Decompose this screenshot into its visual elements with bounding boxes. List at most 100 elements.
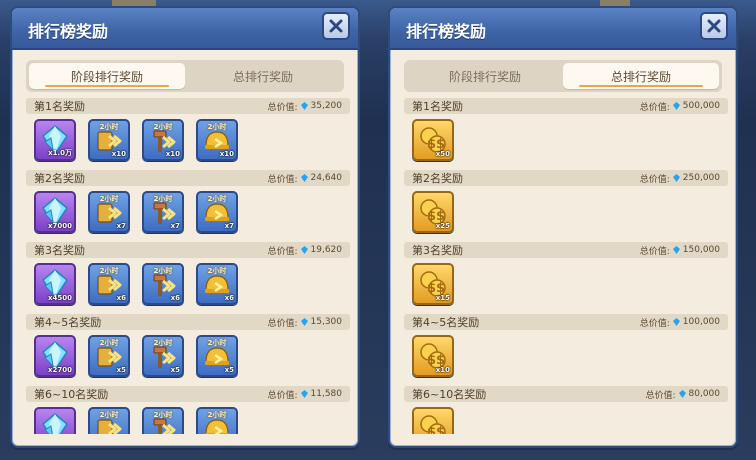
- reward-row: 第3名奖励 总价值: 150,000 $$ x15: [404, 242, 728, 314]
- reward-tabs: 阶段排行奖励 总排行奖励: [26, 60, 344, 92]
- close-icon: [707, 19, 721, 33]
- total-value-amount: 500,000: [682, 101, 720, 111]
- reward-row: 第1名奖励 总价值: 35,200 x1.0万 2小时 x10 2小时 x10 2小时 x10: [26, 98, 350, 170]
- reward-item-helmet[interactable]: 2小时 x6: [196, 263, 238, 305]
- item-quantity: x25: [435, 222, 450, 230]
- reward-item-gem[interactable]: x4500: [34, 263, 76, 305]
- rank-title: 第3名奖励: [412, 244, 463, 257]
- tab-stage-ranking[interactable]: 阶段排行奖励: [407, 63, 563, 89]
- reward-item-helmet[interactable]: 2小时 x5: [196, 335, 238, 377]
- close-icon: [329, 19, 343, 33]
- tab-total-ranking[interactable]: 总排行奖励: [563, 63, 719, 89]
- tab-stage-ranking[interactable]: 阶段排行奖励: [29, 63, 185, 89]
- reward-item-coin[interactable]: $$ x15: [412, 263, 454, 305]
- reward-item-crystal[interactable]: 2小时: [88, 407, 130, 434]
- close-button[interactable]: [322, 12, 350, 40]
- rank-title: 第6~10名奖励: [34, 388, 109, 401]
- reward-row: 第6~10名奖励 总价值: 80,000 $$: [404, 386, 728, 434]
- blue-gem-icon: [672, 174, 680, 182]
- reward-item-hammer[interactable]: 2小时 x7: [142, 191, 184, 233]
- panel-title: 排行榜奖励: [28, 22, 109, 41]
- reward-row-header: 第6~10名奖励 总价值: 80,000: [404, 386, 728, 402]
- item-quantity: x10: [219, 150, 234, 158]
- reward-row-header: 第2名奖励 总价值: 24,640: [26, 170, 350, 186]
- total-value: 总价值: 80,000: [645, 388, 720, 401]
- reward-item-hammer[interactable]: 2小时 x10: [142, 119, 184, 161]
- item-quantity: x7: [116, 222, 126, 230]
- total-value-label: 总价值:: [267, 246, 298, 257]
- total-value-amount: 80,000: [688, 389, 721, 399]
- reward-item-crystal[interactable]: 2小时 x6: [88, 263, 130, 305]
- blue-gem-icon: [300, 390, 308, 398]
- item-quantity: x2700: [48, 366, 72, 374]
- item-quantity: x1.0万: [48, 149, 72, 157]
- reward-list[interactable]: 第1名奖励 总价值: 35,200 x1.0万 2小时 x10 2小时 x10 2小时 x10 第2…: [26, 98, 350, 434]
- reward-item-gem[interactable]: x1.0万: [34, 119, 76, 161]
- total-value-label: 总价值:: [267, 390, 298, 401]
- reward-item-coin[interactable]: $$ x25: [412, 191, 454, 233]
- reward-row: 第1名奖励 总价值: 500,000 $$ x50: [404, 98, 728, 170]
- close-button[interactable]: [700, 12, 728, 40]
- total-value-amount: 35,200: [310, 101, 343, 111]
- reward-item-crystal[interactable]: 2小时 x5: [88, 335, 130, 377]
- total-value: 总价值: 250,000: [640, 172, 720, 185]
- duration-badge: 2小时: [153, 267, 173, 275]
- ranking-rewards-panel-total: 排行榜奖励 阶段排行奖励 总排行奖励 第1名奖励 总价值: 500,000 $$ x50…: [388, 6, 738, 448]
- reward-item-helmet[interactable]: 2小时 x10: [196, 119, 238, 161]
- reward-items: $$ x50: [404, 114, 728, 161]
- panel-title: 排行榜奖励: [406, 22, 487, 41]
- total-value-label: 总价值:: [639, 102, 670, 113]
- tab-total-ranking[interactable]: 总排行奖励: [185, 63, 341, 89]
- rank-title: 第1名奖励: [412, 100, 463, 113]
- reward-item-gem[interactable]: x2700: [34, 335, 76, 377]
- reward-row-header: 第6~10名奖励 总价值: 11,580: [26, 386, 350, 402]
- reward-items: x4500 2小时 x6 2小时 x6 2小时 x6: [26, 258, 350, 305]
- duration-badge: 2小时: [99, 123, 119, 131]
- duration-badge: 2小时: [99, 267, 119, 275]
- reward-item-helmet[interactable]: 2小时 x7: [196, 191, 238, 233]
- reward-item-helmet[interactable]: 2小时: [196, 407, 238, 434]
- duration-badge: 2小时: [153, 411, 173, 419]
- total-value: 总价值: 35,200: [267, 100, 342, 113]
- reward-item-coin[interactable]: $$ x10: [412, 335, 454, 377]
- reward-item-coin[interactable]: $$: [412, 407, 454, 434]
- blue-gem-icon: [672, 102, 680, 110]
- blue-gem-icon: [672, 318, 680, 326]
- reward-item-hammer[interactable]: 2小时: [142, 407, 184, 434]
- total-value-label: 总价值:: [267, 318, 298, 329]
- item-quantity: x7000: [48, 222, 72, 230]
- rank-title: 第6~10名奖励: [412, 388, 487, 401]
- reward-row-header: 第4~5名奖励 总价值: 100,000: [404, 314, 728, 330]
- reward-item-coin[interactable]: $$ x50: [412, 119, 454, 161]
- blue-gem-icon: [300, 102, 308, 110]
- svg-text:$$: $$: [427, 425, 445, 434]
- total-value-label: 总价值:: [645, 390, 676, 401]
- item-quantity: x10: [165, 150, 180, 158]
- reward-item-crystal[interactable]: 2小时 x7: [88, 191, 130, 233]
- reward-item-gem[interactable]: [34, 407, 76, 434]
- duration-badge: 2小时: [153, 195, 173, 203]
- duration-badge: 2小时: [207, 195, 227, 203]
- reward-item-hammer[interactable]: 2小时 x5: [142, 335, 184, 377]
- reward-item-hammer[interactable]: 2小时 x6: [142, 263, 184, 305]
- reward-items: 2小时 2小时 2小时: [26, 402, 350, 434]
- duration-badge: 2小时: [153, 339, 173, 347]
- duration-badge: 2小时: [207, 123, 227, 131]
- total-value: 总价值: 500,000: [640, 100, 720, 113]
- reward-items: $$ x25: [404, 186, 728, 233]
- reward-list[interactable]: 第1名奖励 总价值: 500,000 $$ x50 第2名奖励 总价值: 250,000 $$ x…: [404, 98, 728, 434]
- item-quantity: x10: [111, 150, 126, 158]
- total-value: 总价值: 15,300: [267, 316, 342, 329]
- reward-row: 第4~5名奖励 总价值: 15,300 x2700 2小时 x5 2小时 x5 2小时 x5: [26, 314, 350, 386]
- reward-row: 第4~5名奖励 总价值: 100,000 $$ x10: [404, 314, 728, 386]
- rank-title: 第4~5名奖励: [412, 316, 480, 329]
- reward-row: 第2名奖励 总价值: 24,640 x7000 2小时 x7 2小时 x7 2小时 x7: [26, 170, 350, 242]
- blue-gem-icon: [672, 246, 680, 254]
- reward-row-header: 第3名奖励 总价值: 150,000: [404, 242, 728, 258]
- total-value-amount: 19,620: [310, 245, 343, 255]
- reward-row: 第6~10名奖励 总价值: 11,580 2小时 2小时 2小时: [26, 386, 350, 434]
- reward-item-crystal[interactable]: 2小时 x10: [88, 119, 130, 161]
- duration-badge: 2小时: [207, 339, 227, 347]
- duration-badge: 2小时: [99, 339, 119, 347]
- reward-item-gem[interactable]: x7000: [34, 191, 76, 233]
